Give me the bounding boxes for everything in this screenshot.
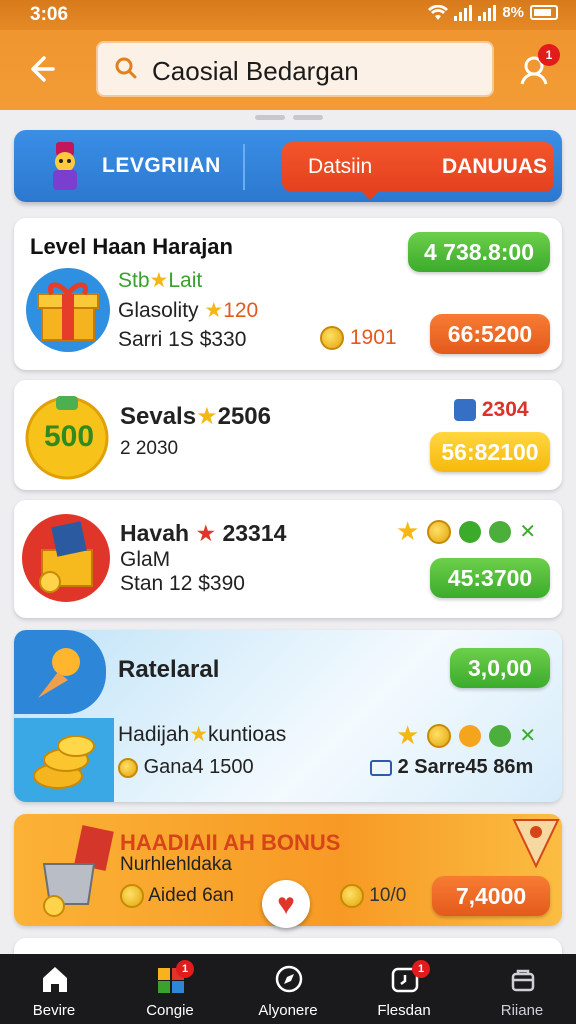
claim-button-green[interactable]: 4 738.8:00 <box>408 232 550 272</box>
card-line3: Gana4 1500 <box>118 756 254 779</box>
nav-explore[interactable]: Alyonere <box>238 954 338 1024</box>
card-line2: Hadijah★kuntioas <box>118 723 287 746</box>
battery-percent: 8% <box>502 4 524 21</box>
card-right-value: 2304 <box>454 398 529 422</box>
card-line2: Glasolity ★120 <box>118 299 259 322</box>
star-icon: ★ <box>196 403 218 430</box>
tab-active-label-2[interactable]: DANUUAS <box>442 155 547 179</box>
close-icon: ✕ <box>519 725 537 747</box>
compass-icon <box>275 965 303 993</box>
wifi-icon <box>428 4 449 20</box>
ticket-icon <box>370 759 392 776</box>
gift-box-icon <box>26 268 110 352</box>
status-time: 3:06 <box>30 4 69 25</box>
star-icon: ★ <box>396 516 420 546</box>
bottom-nav: Bevire 1 Congie Alyonere 1 Flesdan Riian… <box>0 954 576 1024</box>
bonus-claim-button[interactable]: 7,4000 <box>432 876 550 916</box>
cube-icon <box>454 399 476 422</box>
ice-cream-icon <box>38 648 80 698</box>
status-bar: 3:06 8% <box>0 0 576 30</box>
coin-icon <box>320 326 344 351</box>
reward-icons-row: ★ ✕ <box>396 516 536 547</box>
green-orb-icon <box>489 724 512 747</box>
drag-handle[interactable] <box>255 115 323 120</box>
search-icon <box>115 57 137 79</box>
star-icon: ★ <box>396 720 420 750</box>
gift-box-red-icon <box>22 514 110 602</box>
heart-icon[interactable]: ♥ <box>262 880 310 928</box>
star-icon: ★ <box>149 269 169 292</box>
bonus-bucket-icon <box>42 825 114 917</box>
status-icons: 8% <box>428 4 558 21</box>
signal-icon <box>454 4 473 21</box>
star-icon: ★ <box>189 723 209 746</box>
reward-card-3[interactable]: Havah ★ 23314 GlaM Stan 12 $390 ★ ✕ 45:3… <box>14 500 562 618</box>
nav-label: Flesdan <box>377 1002 431 1019</box>
card-line2: GlaM <box>120 548 171 571</box>
card-right-text: 2 Sarre45 86m <box>370 756 533 779</box>
back-arrow-icon[interactable] <box>24 52 58 86</box>
card-line1: Stb★Lait <box>118 269 203 292</box>
nav-badge: 1 <box>176 960 194 978</box>
tab-divider <box>243 144 245 190</box>
reward-card-1[interactable]: Level Haan Harajan Stb★Lait Glasolity ★1… <box>14 218 562 370</box>
bonus-corner-icon <box>512 819 560 869</box>
green-orb-icon <box>489 520 512 543</box>
app-header: Caosial Bedargan 1 <box>0 30 576 110</box>
coin-icon <box>340 884 364 908</box>
card-line3: Stan 12 $390 <box>120 572 245 595</box>
card-title: Ratelaral <box>118 656 220 683</box>
home-icon <box>43 967 67 992</box>
green-orb-icon <box>459 520 482 543</box>
coin-icon <box>427 519 452 544</box>
battery-icon <box>530 5 558 20</box>
nav-label: Bevire <box>32 1002 76 1019</box>
nav-badge: 1 <box>412 960 430 978</box>
bonus-line: Aided 6an <box>120 884 234 908</box>
nav-home[interactable]: Bevire <box>4 954 104 1024</box>
nav-profile[interactable]: Riiane <box>472 954 572 1024</box>
search-bar[interactable]: Caosial Bedargan <box>96 41 494 97</box>
reward-card-2[interactable]: 500 Sevals★2506 2 2030 2304 56:82100 <box>14 380 562 490</box>
coin-icon <box>427 723 452 748</box>
orange-orb-icon <box>459 724 482 747</box>
bonus-title: HAADIAII AH BONUS <box>120 830 341 855</box>
nav-label: Riiane <box>500 1002 544 1019</box>
card-line2: 2 2030 <box>120 438 179 459</box>
nav-label: Congie <box>146 1002 194 1019</box>
bonus-subtitle: Nurhlehldaka <box>120 854 232 875</box>
card-title: Sevals★2506 <box>120 403 271 430</box>
coin-500-label: 500 <box>43 420 95 453</box>
notification-badge: 1 <box>538 44 560 66</box>
card-title: Havah ★ 23314 <box>120 520 287 546</box>
tab-active-label-1: Datsiin <box>308 155 373 178</box>
claim-button-yellow[interactable]: 56:82100 <box>430 432 550 472</box>
coin-icon <box>120 884 144 908</box>
close-icon: ✕ <box>519 521 537 543</box>
claim-button-green[interactable]: 45:3700 <box>430 558 550 598</box>
reward-card-4[interactable]: Ratelaral 3,0,00 Hadijah★kuntioas Gana4 … <box>14 630 562 802</box>
star-icon: ★ <box>195 520 217 546</box>
coin-icon <box>118 757 138 778</box>
bag-icon <box>511 969 535 992</box>
tab-bar: LEVGRIIAN Datsiin DANUUAS <box>14 130 562 202</box>
card-line3: Sarri 1S $330 <box>118 328 247 351</box>
coins-stack-icon <box>33 735 95 789</box>
reward-icons-row: ★ ✕ <box>396 720 536 751</box>
nav-label: Alyonere <box>258 1002 318 1019</box>
star-icon: ★ <box>204 299 224 322</box>
character-icon <box>53 142 77 190</box>
claim-button-orange[interactable]: 66:5200 <box>430 314 550 354</box>
bonus-coin-value: 10/0 <box>340 884 406 908</box>
signal-icon-2 <box>478 4 497 21</box>
nav-messages[interactable]: 1 Flesdan <box>354 954 454 1024</box>
nav-categories[interactable]: 1 Congie <box>120 954 220 1024</box>
coin-value: 1901 <box>320 326 397 351</box>
tab-active[interactable]: Datsiin DANUUAS <box>282 142 554 200</box>
claim-button-green[interactable]: 3,0,00 <box>450 648 550 688</box>
search-text: Caosial Bedargan <box>152 56 359 86</box>
card-title: Level Haan Harajan <box>30 234 233 259</box>
tab-leaderboard[interactable]: LEVGRIIAN <box>102 154 221 178</box>
